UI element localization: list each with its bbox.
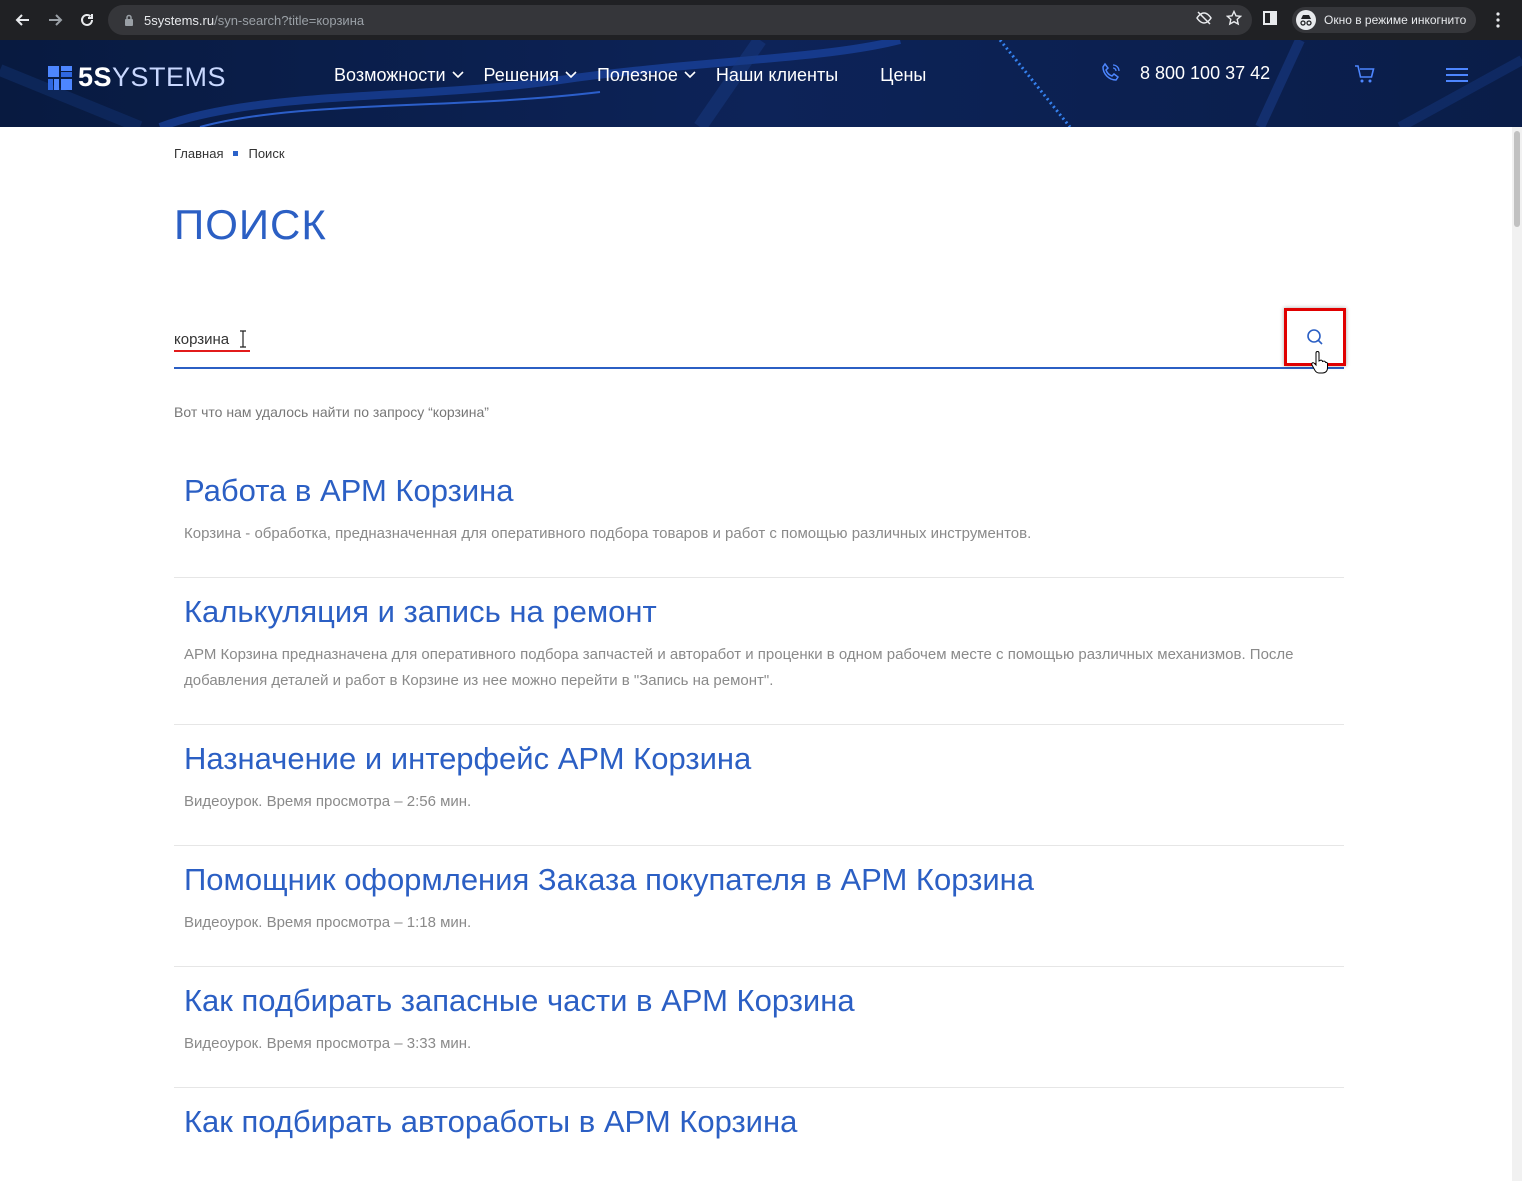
incognito-indicator[interactable]: Окно в режиме инкогнито — [1292, 7, 1477, 33]
breadcrumb-current: Поиск — [248, 146, 285, 161]
result-title-link[interactable]: Работа в АРМ Корзина — [184, 471, 1334, 511]
breadcrumb: Главная Поиск — [174, 146, 285, 161]
nav-item-useful[interactable]: Полезное — [597, 65, 696, 86]
scrollbar-thumb[interactable] — [1514, 131, 1520, 227]
search-text-highlight — [174, 350, 250, 352]
phone-link[interactable]: 8 800 100 37 42 — [1100, 62, 1270, 84]
chevron-down-icon — [565, 71, 577, 79]
breadcrumb-home[interactable]: Главная — [174, 146, 223, 161]
sidepanel-icon[interactable] — [1262, 10, 1278, 31]
lock-icon — [122, 13, 136, 27]
cart-icon[interactable] — [1354, 64, 1376, 84]
text-cursor-icon — [240, 330, 246, 348]
browser-toolbar: 5systems.ru/syn-search?title=корзина Окн… — [0, 0, 1522, 40]
search-result: Как подбирать автоработы в АРМ Корзина — [174, 1088, 1344, 1172]
search-results: Работа в АРМ Корзина Корзина - обработка… — [174, 457, 1344, 1172]
search-result: Калькуляция и запись на ремонт АРМ Корзи… — [174, 578, 1344, 725]
back-icon[interactable] — [8, 5, 38, 35]
result-description: Видеоурок. Время просмотра – 2:56 мин. — [184, 793, 472, 810]
phone-icon — [1102, 62, 1120, 81]
search-result: Работа в АРМ Корзина Корзина - обработка… — [174, 457, 1344, 578]
menu-icon[interactable] — [1446, 67, 1468, 83]
forward-icon[interactable] — [40, 5, 70, 35]
star-icon[interactable] — [1225, 9, 1243, 31]
scrollbar[interactable] — [1512, 127, 1522, 1181]
browser-menu-icon[interactable] — [1490, 6, 1506, 34]
results-caption: Вот что нам удалось найти по запросу “ко… — [174, 404, 489, 420]
logo-mark-icon — [48, 65, 72, 90]
result-title-link[interactable]: Помощник оформления Заказа покупателя в … — [184, 860, 1334, 900]
page-content: Главная Поиск ПОИСК Вот что нам удалось … — [0, 127, 1512, 1181]
result-description: АРМ Корзина предназначена для оперативно… — [184, 646, 1294, 689]
search-result: Помощник оформления Заказа покупателя в … — [174, 846, 1344, 967]
search-result: Назначение и интерфейс АРМ Корзина Видео… — [174, 725, 1344, 846]
search-input[interactable] — [174, 325, 1274, 353]
reload-icon[interactable] — [72, 5, 102, 35]
search-field — [174, 319, 1344, 369]
result-description: Корзина - обработка, предназначенная для… — [184, 525, 1032, 542]
result-title-link[interactable]: Как подбирать автоработы в АРМ Корзина — [184, 1102, 1334, 1142]
search-icon — [1307, 329, 1323, 345]
result-title-link[interactable]: Калькуляция и запись на ремонт — [184, 592, 1334, 632]
page-title: ПОИСК — [174, 201, 327, 248]
chevron-down-icon — [684, 71, 696, 79]
nav-item-features[interactable]: Возможности — [334, 65, 464, 86]
result-description: Видеоурок. Время просмотра – 1:18 мин. — [184, 914, 472, 931]
breadcrumb-separator — [233, 151, 239, 156]
chevron-down-icon — [451, 71, 464, 79]
site-logo[interactable]: 5SYSTEMS — [48, 62, 226, 93]
nav-item-prices[interactable]: Цены — [880, 65, 926, 86]
address-bar[interactable]: 5systems.ru/syn-search?title=корзина — [108, 5, 1252, 35]
nav-item-solutions[interactable]: Решения — [484, 65, 577, 86]
hand-cursor-icon — [1311, 351, 1328, 374]
nav-item-clients[interactable]: Наши клиенты — [716, 65, 838, 86]
incognito-label: Окно в режиме инкогнито — [1324, 13, 1467, 27]
site-header: 5SYSTEMS Возможности Решения Полезное На… — [0, 40, 1522, 127]
result-title-link[interactable]: Как подбирать запасные части в АРМ Корзи… — [184, 981, 1334, 1021]
eye-off-icon[interactable] — [1196, 10, 1212, 30]
incognito-icon — [1296, 10, 1316, 30]
result-title-link[interactable]: Назначение и интерфейс АРМ Корзина — [184, 739, 1334, 779]
main-nav: Возможности Решения Полезное Наши клиент… — [334, 62, 946, 88]
url-text: 5systems.ru/syn-search?title=корзина — [144, 12, 365, 28]
search-result: Как подбирать запасные части в АРМ Корзи… — [174, 967, 1344, 1088]
result-description: Видеоурок. Время просмотра – 3:33 мин. — [184, 1035, 472, 1052]
